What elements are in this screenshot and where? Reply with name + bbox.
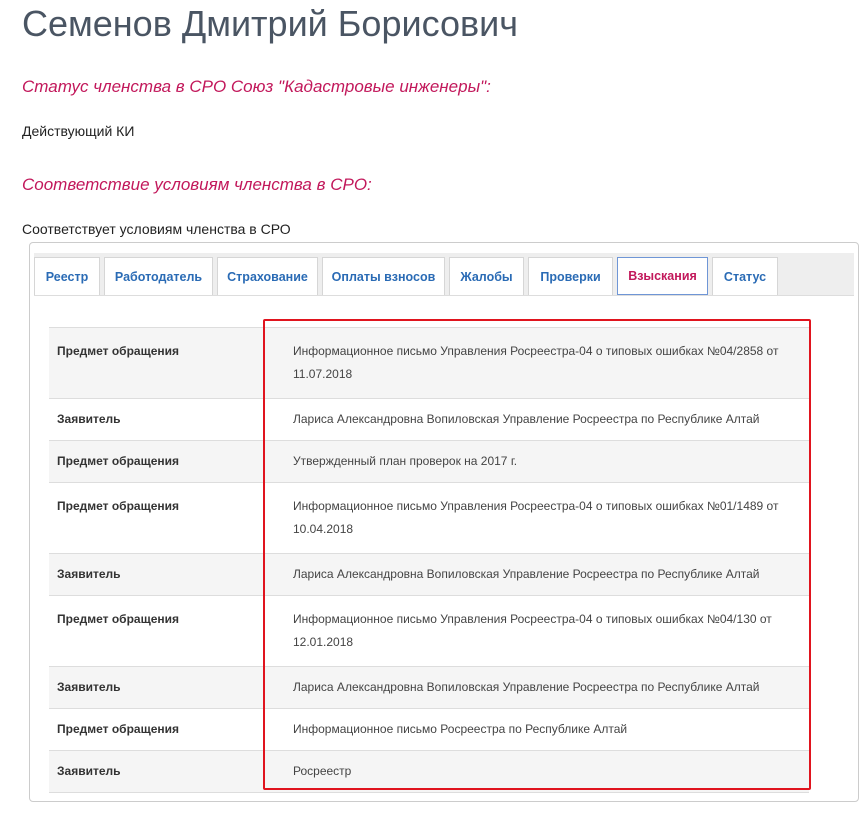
table-row: Предмет обращения Информационное письмо …	[49, 708, 809, 751]
table-row: Заявитель Лариса Александровна Вопиловск…	[49, 666, 809, 709]
row-label: Предмет обращения	[49, 327, 283, 399]
table-row: Предмет обращения Информационное письмо …	[49, 595, 809, 667]
table-row: Заявитель Лариса Александровна Вопиловск…	[49, 398, 809, 441]
row-value: Информационное письмо Управления Росреес…	[283, 327, 809, 399]
row-label: Предмет обращения	[49, 708, 283, 751]
page-title: Семенов Дмитрий Борисович	[22, 3, 518, 44]
row-label: Предмет обращения	[49, 482, 283, 554]
tabs-panel: Реестр Работодатель Страхование Оплаты в…	[29, 242, 859, 802]
table-row: Заявитель Росреестр	[49, 750, 809, 793]
membership-conformity-heading: Соответствие условиям членства в СРО:	[22, 175, 372, 194]
row-value: Утвержденный план проверок на 2017 г.	[283, 440, 809, 483]
penalties-table: Предмет обращения Информационное письмо …	[49, 327, 809, 793]
table-row: Предмет обращения Информационное письмо …	[49, 482, 809, 554]
tab-registry[interactable]: Реестр	[34, 257, 100, 295]
tab-penalties[interactable]: Взыскания	[617, 257, 708, 295]
table-row: Предмет обращения Утвержденный план пров…	[49, 440, 809, 483]
row-value: Информационное письмо Росреестра по Респ…	[283, 708, 809, 751]
row-label: Заявитель	[49, 398, 283, 441]
tab-fee-payments[interactable]: Оплаты взносов	[322, 257, 445, 295]
table-row: Заявитель Лариса Александровна Вопиловск…	[49, 553, 809, 596]
tab-status[interactable]: Статус	[712, 257, 778, 295]
row-label: Заявитель	[49, 553, 283, 596]
row-value: Информационное письмо Управления Росреес…	[283, 595, 809, 667]
row-label: Заявитель	[49, 750, 283, 793]
tab-inspections[interactable]: Проверки	[528, 257, 613, 295]
tab-bar: Реестр Работодатель Страхование Оплаты в…	[34, 253, 854, 296]
row-value: Лариса Александровна Вопиловская Управле…	[283, 553, 809, 596]
row-label: Заявитель	[49, 666, 283, 709]
row-value: Информационное письмо Управления Росреес…	[283, 482, 809, 554]
row-label: Предмет обращения	[49, 595, 283, 667]
row-value: Лариса Александровна Вопиловская Управле…	[283, 398, 809, 441]
row-label: Предмет обращения	[49, 440, 283, 483]
row-value: Росреестр	[283, 750, 809, 793]
table-row: Предмет обращения Информационное письмо …	[49, 327, 809, 399]
page: Семенов Дмитрий Борисович Статус членств…	[0, 0, 863, 818]
tab-complaints[interactable]: Жалобы	[449, 257, 524, 295]
membership-status-value: Действующий КИ	[22, 123, 135, 139]
membership-status-heading: Статус членства в СРО Союз "Кадастровые …	[22, 77, 491, 96]
row-value: Лариса Александровна Вопиловская Управле…	[283, 666, 809, 709]
tab-employer[interactable]: Работодатель	[104, 257, 213, 295]
membership-conformity-value: Соответствует условиям членства в СРО	[22, 221, 291, 237]
tab-insurance[interactable]: Страхование	[217, 257, 318, 295]
